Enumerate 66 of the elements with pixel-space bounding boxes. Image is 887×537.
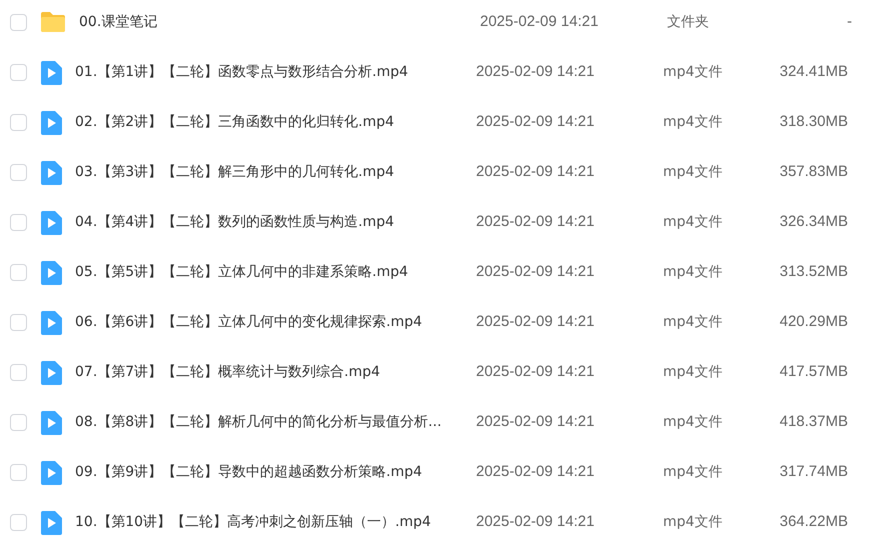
folder-icon xyxy=(40,11,66,33)
file-size: 318.30MB xyxy=(778,112,848,132)
file-name[interactable]: 05.【第5讲】【二轮】立体几何中的非建系策略.mp4 xyxy=(75,261,475,283)
file-size: 420.29MB xyxy=(778,312,848,332)
modified-date: 2025-02-09 14:21 xyxy=(480,12,600,32)
video-file-icon xyxy=(40,311,62,335)
file-type: mp4文件 xyxy=(663,513,724,532)
modified-date: 2025-02-09 14:21 xyxy=(476,512,596,532)
file-type: mp4文件 xyxy=(663,213,724,232)
file-name[interactable]: 09.【第9讲】【二轮】导数中的超越函数分析策略.mp4 xyxy=(75,461,475,483)
file-size: 357.83MB xyxy=(778,162,848,182)
file-size: 317.74MB xyxy=(778,462,848,482)
file-name[interactable]: 10.【第10讲】【二轮】高考冲刺之创新压轴（一）.mp4 xyxy=(75,511,475,533)
checkbox[interactable] xyxy=(10,214,27,231)
file-size: 326.34MB xyxy=(778,212,848,232)
modified-date: 2025-02-09 14:21 xyxy=(476,212,596,232)
file-name[interactable]: 07.【第7讲】【二轮】概率统计与数列综合.mp4 xyxy=(75,361,475,383)
file-name[interactable]: 01.【第1讲】【二轮】函数零点与数形结合分析.mp4 xyxy=(75,61,475,83)
checkbox[interactable] xyxy=(10,464,27,481)
video-file-icon xyxy=(40,511,62,535)
file-type: mp4文件 xyxy=(663,463,724,482)
checkbox[interactable] xyxy=(10,314,27,331)
file-size: 417.57MB xyxy=(778,362,848,382)
file-type: mp4文件 xyxy=(663,413,724,432)
modified-date: 2025-02-09 14:21 xyxy=(476,312,596,332)
file-name[interactable]: 06.【第6讲】【二轮】立体几何中的变化规律探索.mp4 xyxy=(75,311,475,333)
file-type: mp4文件 xyxy=(663,163,724,182)
modified-date: 2025-02-09 14:21 xyxy=(476,162,596,182)
checkbox[interactable] xyxy=(10,364,27,381)
checkbox[interactable] xyxy=(10,64,27,81)
file-size: 324.41MB xyxy=(778,62,848,82)
checkbox[interactable] xyxy=(10,14,27,31)
video-file-icon xyxy=(40,211,62,235)
file-size: 364.22MB xyxy=(778,512,848,532)
file-type: mp4文件 xyxy=(663,263,724,282)
video-file-icon xyxy=(40,61,62,85)
modified-date: 2025-02-09 14:21 xyxy=(476,112,596,132)
file-name[interactable]: 02.【第2讲】【二轮】三角函数中的化归转化.mp4 xyxy=(75,111,475,133)
file-size: 418.37MB xyxy=(778,412,848,432)
modified-date: 2025-02-09 14:21 xyxy=(476,262,596,282)
video-file-icon xyxy=(40,361,62,385)
video-file-icon xyxy=(40,411,62,435)
checkbox[interactable] xyxy=(10,164,27,181)
file-name[interactable]: 04.【第4讲】【二轮】数列的函数性质与构造.mp4 xyxy=(75,211,475,233)
file-size: 313.52MB xyxy=(778,262,848,282)
modified-date: 2025-02-09 14:21 xyxy=(476,412,596,432)
checkbox[interactable] xyxy=(10,114,27,131)
file-type: mp4文件 xyxy=(663,363,724,382)
video-file-icon xyxy=(40,261,62,285)
modified-date: 2025-02-09 14:21 xyxy=(476,462,596,482)
checkbox[interactable] xyxy=(10,414,27,431)
checkbox[interactable] xyxy=(10,514,27,531)
file-name[interactable]: 08.【第8讲】【二轮】解析几何中的简化分析与最值分析... xyxy=(75,411,475,433)
video-file-icon xyxy=(40,461,62,485)
modified-date: 2025-02-09 14:21 xyxy=(476,362,596,382)
file-size: - xyxy=(846,12,852,32)
video-file-icon xyxy=(40,161,62,185)
modified-date: 2025-02-09 14:21 xyxy=(476,62,596,82)
file-type: mp4文件 xyxy=(663,313,724,332)
file-name[interactable]: 03.【第3讲】【二轮】解三角形中的几何转化.mp4 xyxy=(75,161,475,183)
file-name[interactable]: 00.课堂笔记 xyxy=(79,11,479,33)
file-type: mp4文件 xyxy=(663,113,724,132)
file-type: 文件夹 xyxy=(667,13,710,32)
file-type: mp4文件 xyxy=(663,63,724,82)
video-file-icon xyxy=(40,111,62,135)
checkbox[interactable] xyxy=(10,264,27,281)
